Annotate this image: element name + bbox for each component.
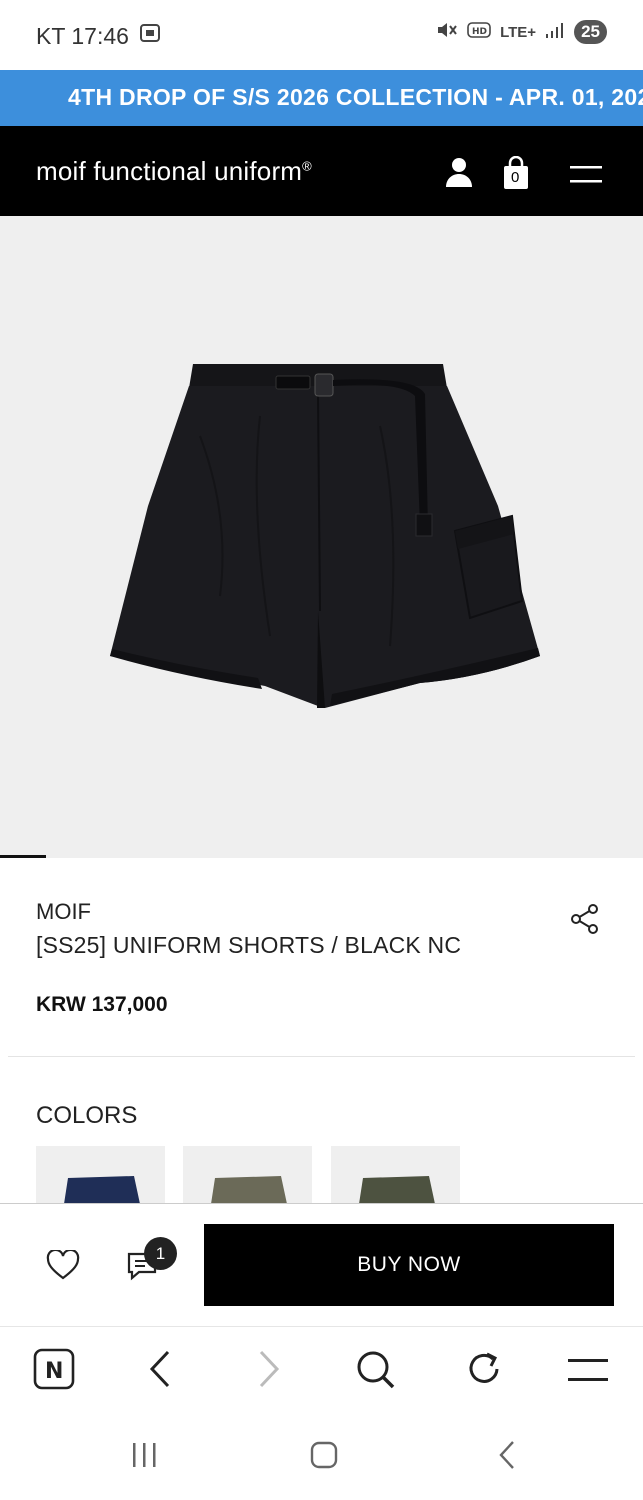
review-count-badge: 1: [144, 1237, 177, 1270]
battery-icon: 25: [574, 20, 607, 44]
share-icon[interactable]: [568, 902, 602, 941]
shorts-image: [110, 364, 540, 708]
product-price: KRW 137,000: [36, 993, 168, 1016]
announcement-text: 4TH DROP OF S/S 2026 COLLECTION - APR. 0…: [68, 84, 643, 110]
product-brand: MOIF: [36, 899, 91, 924]
system-navigation: [0, 1410, 643, 1500]
browser-menu-icon[interactable]: [568, 1358, 610, 1389]
action-bar: 1 BUY NOW: [0, 1203, 643, 1327]
divider: [8, 1056, 635, 1057]
status-bar: KT 17:46 HD LTE+ 25: [0, 0, 643, 70]
site-header: moif functional uniform® 0: [0, 126, 643, 216]
cart-icon[interactable]: 0: [502, 155, 530, 195]
search-icon[interactable]: [354, 1348, 396, 1395]
system-back-icon[interactable]: [493, 1440, 523, 1475]
slider-indicator: [0, 855, 46, 858]
registered-mark: ®: [302, 158, 312, 174]
forward-icon[interactable]: [255, 1348, 283, 1395]
hd-icon: HD: [467, 21, 491, 43]
home-icon[interactable]: [309, 1440, 339, 1475]
svg-text:HD: HD: [472, 27, 487, 37]
color-swatch-navy[interactable]: [36, 1146, 165, 1204]
menu-icon[interactable]: [570, 166, 602, 189]
announcement-banner[interactable]: 4TH DROP OF S/S 2026 COLLECTION - APR. 0…: [0, 70, 643, 126]
colors-title: COLORS: [36, 1102, 138, 1129]
network-label: LTE+: [500, 23, 537, 41]
status-left: KT 17:46: [36, 22, 161, 50]
signal-icon: [545, 21, 565, 43]
recent-apps-icon[interactable]: [130, 1440, 160, 1475]
logo-text: moif functional uniform: [36, 156, 303, 186]
color-swatch-olive[interactable]: [183, 1146, 312, 1204]
color-swatch-khaki[interactable]: [331, 1146, 460, 1204]
cart-count: 0: [511, 169, 520, 186]
naver-letter: N: [45, 1359, 63, 1384]
account-icon[interactable]: [444, 156, 474, 193]
naver-icon[interactable]: N: [33, 1348, 75, 1395]
back-icon[interactable]: [146, 1348, 174, 1395]
wishlist-heart-icon[interactable]: [46, 1248, 80, 1285]
product-image[interactable]: [0, 216, 643, 858]
status-right: HD LTE+ 25: [436, 20, 607, 44]
site-logo[interactable]: moif functional uniform®: [36, 156, 312, 187]
refresh-icon[interactable]: [463, 1348, 505, 1395]
carrier-time: KT 17:46: [36, 22, 129, 49]
mute-icon: [436, 20, 458, 44]
buy-now-button[interactable]: BUY NOW: [204, 1224, 614, 1306]
screenshot-icon: [139, 22, 161, 50]
product-name: [SS25] UNIFORM SHORTS / BLACK NC: [36, 932, 462, 958]
browser-toolbar: N: [0, 1328, 643, 1410]
